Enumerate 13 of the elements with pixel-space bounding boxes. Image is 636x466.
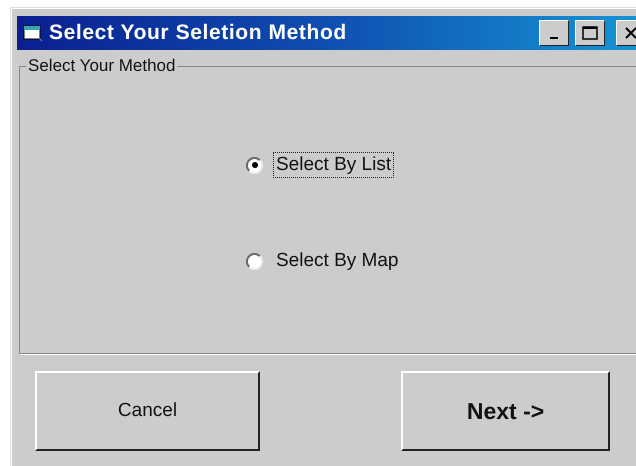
group-label: Select Your Method: [27, 56, 176, 76]
close-icon: [624, 26, 636, 40]
minimize-icon: [550, 37, 558, 39]
maximize-button[interactable]: [575, 20, 605, 46]
window-icon: [23, 24, 43, 42]
maximize-icon: [582, 26, 598, 40]
next-button[interactable]: Next ->: [401, 371, 610, 451]
window-title: Select Your Seletion Method: [49, 21, 348, 45]
cancel-button[interactable]: Cancel: [35, 371, 260, 451]
radio-option[interactable]: Select By Map: [246, 248, 402, 274]
radio-button[interactable]: [246, 252, 263, 270]
minimize-button[interactable]: [539, 20, 569, 46]
radio-button[interactable]: [246, 156, 263, 174]
